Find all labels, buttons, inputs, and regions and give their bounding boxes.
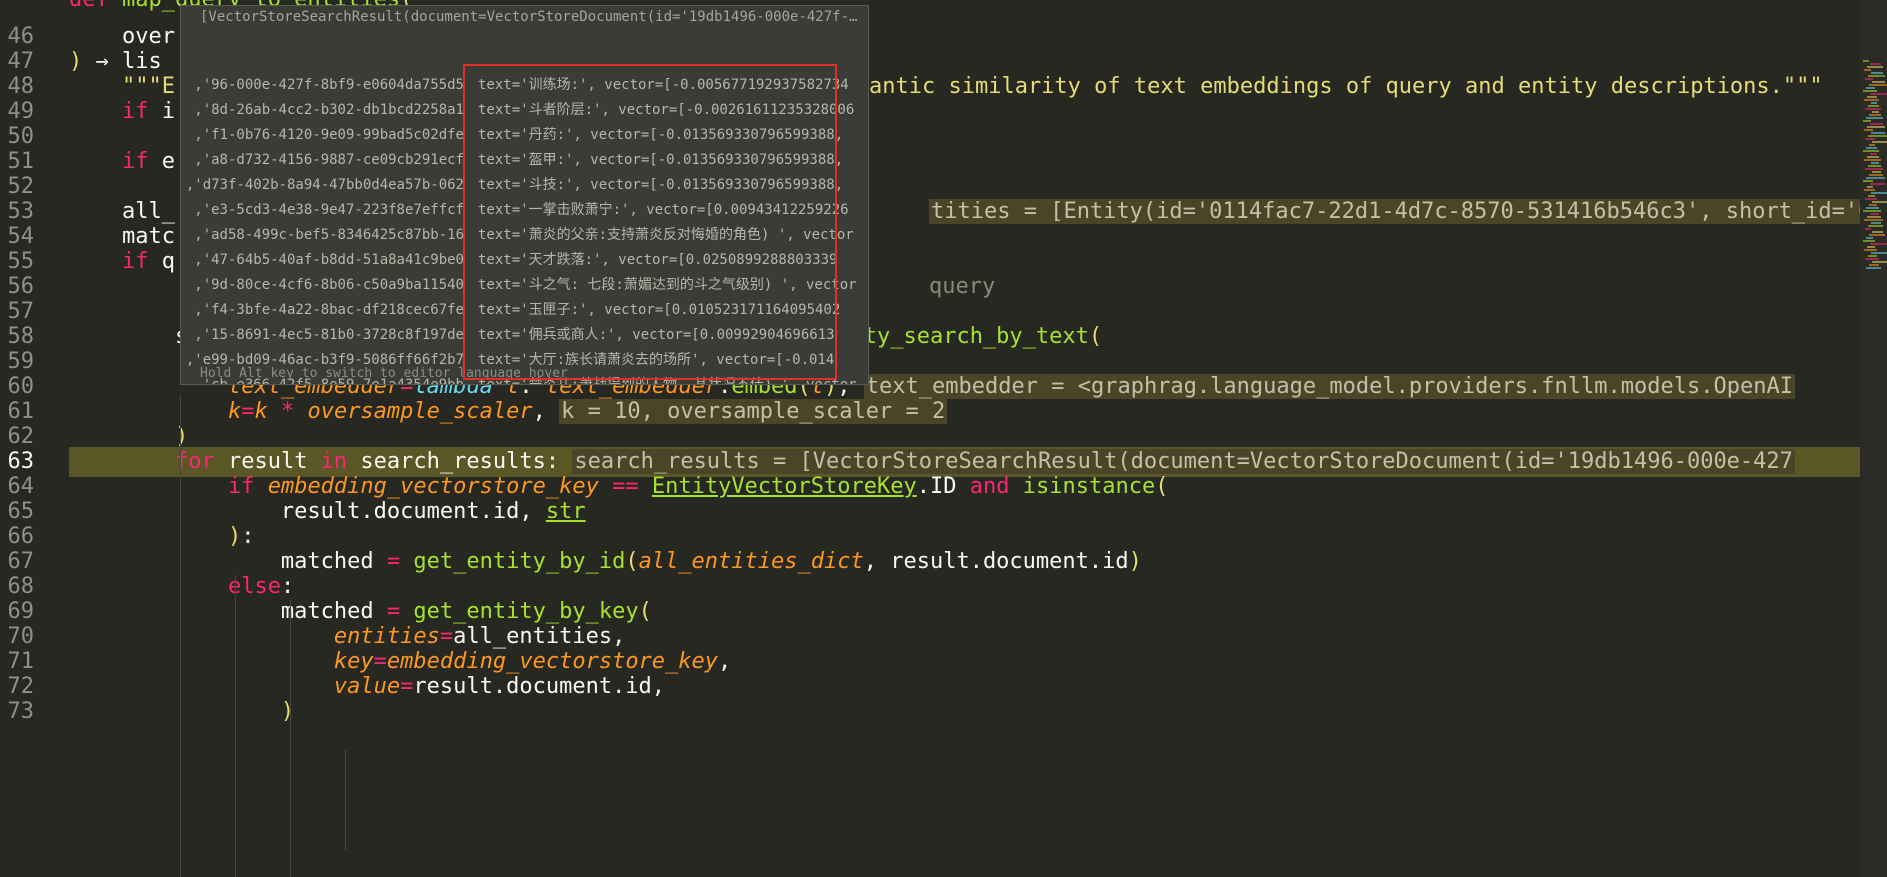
minimap[interactable] bbox=[1860, 0, 1887, 877]
minimap-mark bbox=[1870, 243, 1887, 245]
annotation-red-box bbox=[463, 64, 837, 380]
minimap-mark bbox=[1863, 60, 1869, 62]
minimap-mark bbox=[1870, 63, 1881, 65]
minimap-mark bbox=[1871, 162, 1879, 164]
popup-row-id: 15-8691-4ec5-81b0-3728c8f197de', bbox=[194, 327, 464, 343]
minimap-mark bbox=[1866, 117, 1883, 119]
minimap-mark bbox=[1872, 81, 1885, 83]
inline-debug-value: text_embedder = <graphrag.language_model… bbox=[863, 374, 1795, 399]
minimap-mark bbox=[1866, 177, 1885, 179]
popup-row-id: 47-64b5-40af-b8dd-51a8a41c9be0', bbox=[194, 252, 464, 268]
minimap-mark bbox=[1869, 234, 1885, 236]
minimap-mark bbox=[1865, 198, 1877, 200]
minimap-mark bbox=[1866, 237, 1873, 239]
minimap-mark bbox=[1867, 186, 1873, 188]
popup-row-id: f1-0b76-4120-9e09-99bad5c02dfe', bbox=[194, 127, 464, 143]
minimap-mark bbox=[1867, 96, 1877, 98]
minimap-mark bbox=[1871, 132, 1885, 134]
indent-guide bbox=[235, 575, 236, 877]
minimap-mark bbox=[1867, 126, 1885, 128]
minimap-mark bbox=[1868, 195, 1875, 197]
minimap-mark bbox=[1871, 102, 1877, 104]
minimap-mark bbox=[1863, 210, 1881, 212]
minimap-mark bbox=[1867, 66, 1883, 68]
minimap-mark bbox=[1864, 69, 1871, 71]
minimap-mark bbox=[1864, 189, 1875, 191]
popup-row-id: 8d-26ab-4cc2-b302-db1bcd2258a1', bbox=[194, 102, 464, 118]
minimap-mark bbox=[1864, 159, 1881, 161]
popup-row-id: 96-000e-427f-8bf9-e0604da755d5', bbox=[194, 77, 464, 93]
minimap-mark bbox=[1868, 255, 1877, 257]
minimap-mark bbox=[1865, 168, 1883, 170]
minimap-mark bbox=[1866, 87, 1875, 89]
minimap-mark bbox=[1869, 174, 1883, 176]
minimap-mark bbox=[1864, 99, 1879, 101]
minimap-mark bbox=[1868, 105, 1879, 107]
minimap-mark bbox=[1872, 171, 1881, 173]
code-line[interactable]: ) bbox=[69, 697, 1860, 727]
minimap-mark bbox=[1866, 207, 1879, 209]
minimap-mark bbox=[1869, 144, 1875, 146]
minimap-mark bbox=[1864, 219, 1883, 221]
minimap-mark bbox=[1865, 108, 1881, 110]
minimap-mark bbox=[1868, 135, 1887, 137]
minimap-mark bbox=[1863, 90, 1877, 92]
minimap-mark bbox=[1871, 192, 1887, 194]
indent-guide bbox=[180, 395, 181, 877]
minimap-mark bbox=[1869, 204, 1877, 206]
minimap-mark bbox=[1863, 120, 1871, 122]
minimap-mark bbox=[1870, 153, 1877, 155]
minimap-mark bbox=[1865, 258, 1879, 260]
minimap-mark bbox=[1871, 222, 1881, 224]
minimap-mark bbox=[1870, 93, 1887, 95]
popup-row-id: 16-ad58-499c-bef5-8346425c87bb', bbox=[194, 227, 464, 243]
indent-guide bbox=[345, 750, 346, 850]
minimap-mark bbox=[1869, 114, 1881, 116]
minimap-mark bbox=[1869, 264, 1879, 266]
popup-row-id: 062-d73f-402b-8a94-47bb0d4ea57b', bbox=[185, 177, 464, 193]
minimap-mark bbox=[1872, 231, 1883, 233]
popup-row-id: f4-3bfe-4a22-8bac-df218cec67fe', bbox=[194, 302, 464, 318]
minimap-mark bbox=[1865, 78, 1873, 80]
popup-row-id: 9d-80ce-4cf6-8b06-c50a9ba11540', bbox=[194, 277, 464, 293]
minimap-mark bbox=[1867, 156, 1879, 158]
line-number: 73 bbox=[7, 699, 35, 724]
inline-debug-value: k = 10, oversample_scaler = 2 bbox=[559, 399, 948, 424]
minimap-mark bbox=[1872, 111, 1879, 113]
minimap-mark bbox=[1867, 216, 1881, 218]
minimap-mark bbox=[1865, 228, 1871, 230]
minimap-mark bbox=[1870, 183, 1885, 185]
minimap-mark bbox=[1864, 249, 1877, 251]
minimap-mark bbox=[1866, 267, 1881, 269]
minimap-mark bbox=[1869, 84, 1887, 86]
minimap-mark bbox=[1871, 252, 1887, 254]
minimap-mark bbox=[1872, 141, 1887, 143]
minimap-mark bbox=[1867, 246, 1875, 248]
minimap-mark bbox=[1863, 150, 1879, 152]
minimap-mark bbox=[1872, 201, 1887, 203]
popup-title: [VectorStoreSearchResult(document=Vector… bbox=[200, 9, 858, 25]
minimap-mark bbox=[1866, 147, 1877, 149]
minimap-mark bbox=[1863, 240, 1875, 242]
line-number-gutter: 46 47 48 49 50 51 52 53 54 55 56 57 58 59 60 61 62 63 64 65… bbox=[0, 0, 66, 877]
minimap-mark bbox=[1871, 72, 1883, 74]
popup-row-id: a8-d732-4156-9887-ce09cb291ecf', bbox=[194, 152, 464, 168]
minimap-mark bbox=[1870, 213, 1879, 215]
indent-guide bbox=[290, 600, 291, 877]
minimap-mark bbox=[1868, 165, 1881, 167]
minimap-mark bbox=[1865, 138, 1875, 140]
minimap-mark bbox=[1868, 225, 1883, 227]
minimap-mark bbox=[1870, 123, 1883, 125]
inline-debug-value: search_results = [VectorStoreSearchResul… bbox=[572, 449, 1795, 474]
popup-row-id: e3-5cd3-4e38-9e47-223f8e7effcf', bbox=[194, 202, 464, 218]
minimap-mark bbox=[1868, 75, 1885, 77]
minimap-mark bbox=[1863, 180, 1873, 182]
minimap-mark bbox=[1872, 261, 1887, 263]
minimap-mark bbox=[1864, 129, 1873, 131]
